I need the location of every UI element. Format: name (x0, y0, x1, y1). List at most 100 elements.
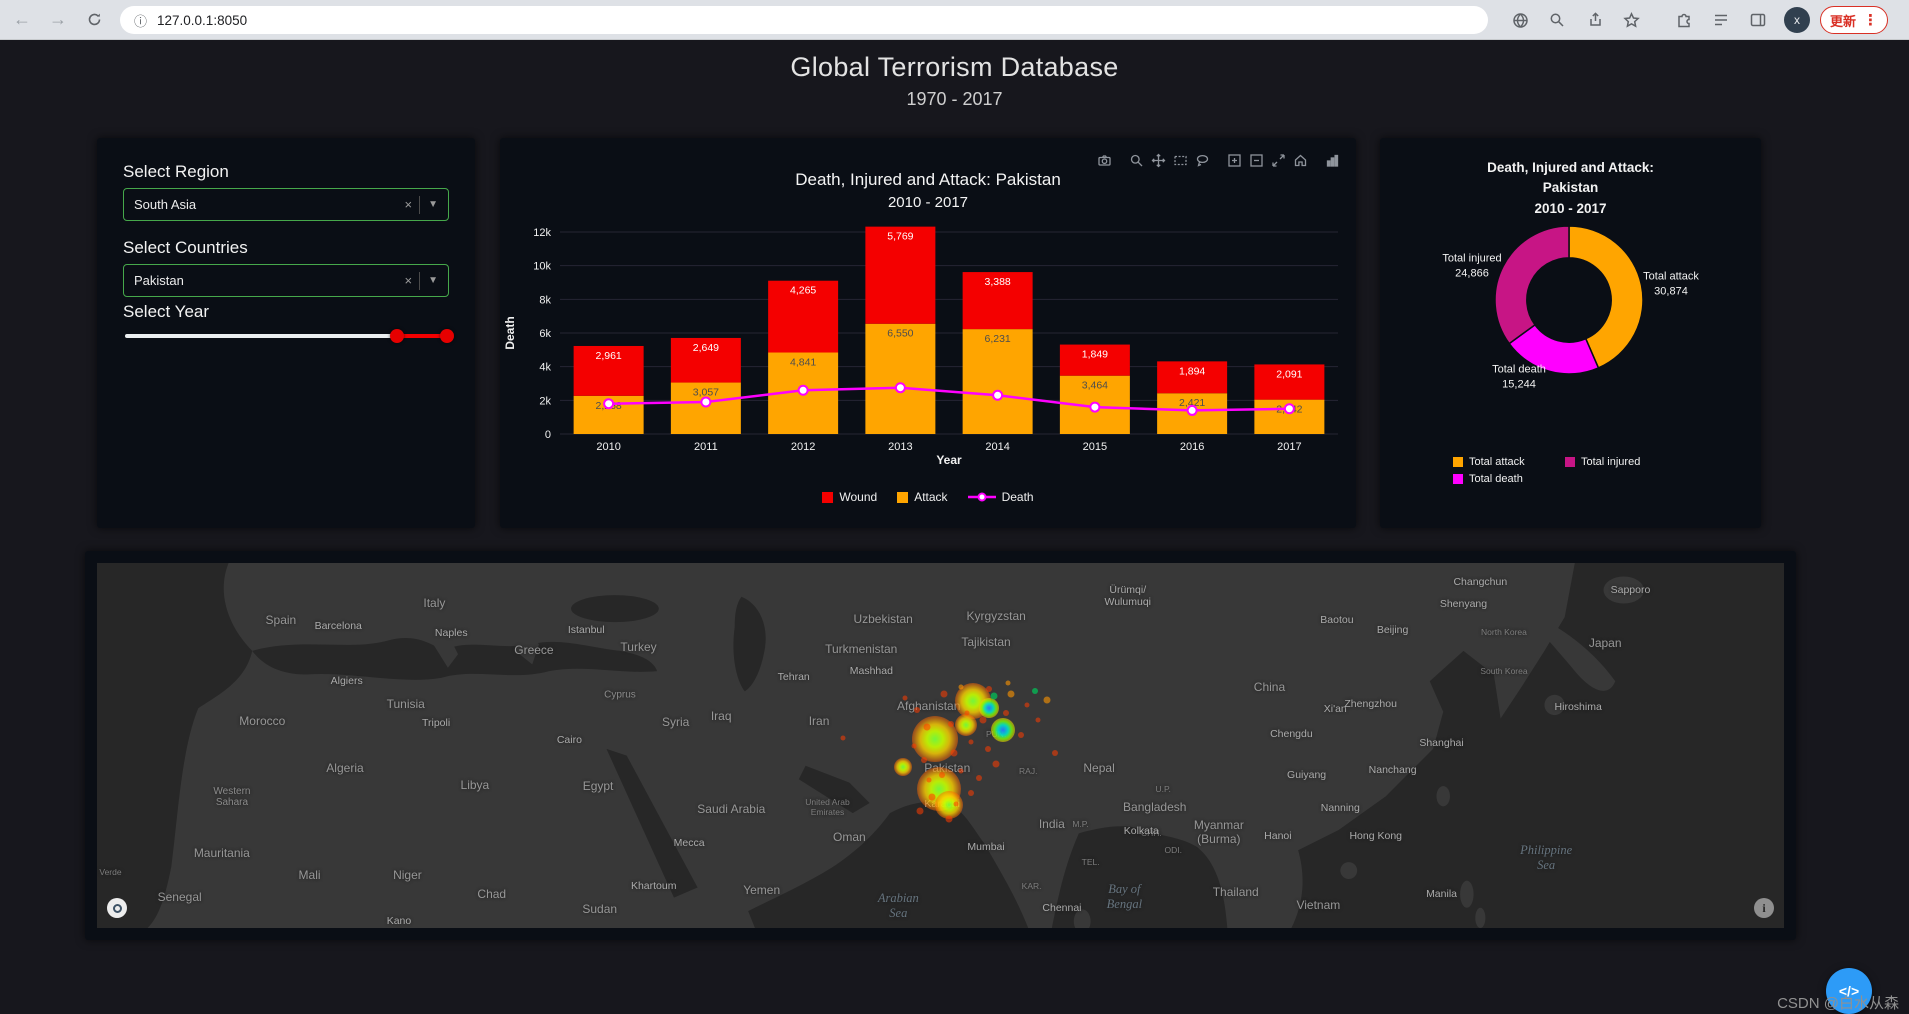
y-tick-label: 0 (545, 429, 551, 441)
y-tick-label: 2k (539, 395, 551, 407)
donut-legend: Total attack Total injured Total death (1380, 456, 1761, 485)
reload-icon[interactable] (80, 6, 108, 34)
url-text[interactable]: 127.0.0.1:8050 (157, 13, 247, 28)
slider-handle-high[interactable] (440, 329, 454, 343)
y-tick-label: 4k (539, 362, 551, 374)
zoom-icon[interactable] (1127, 152, 1146, 169)
translate-icon[interactable] (1508, 8, 1532, 32)
browser-toolbar: ← → ⓘ 127.0.0.1:8050 x 更新 ⋮ (0, 0, 1909, 40)
countries-label: Select Countries (123, 238, 248, 257)
update-label: 更新 (1830, 13, 1857, 29)
camera-icon[interactable] (1095, 152, 1114, 169)
death-line-marker[interactable] (1089, 401, 1101, 413)
death-line-marker[interactable] (894, 382, 906, 394)
wound-value-label: 4,265 (790, 285, 816, 297)
map[interactable]: Spain Barcelona Italy Naples Greece Istanbul T… (97, 563, 1784, 928)
y-tick-label: 8k (539, 294, 551, 306)
address-bar[interactable]: ⓘ 127.0.0.1:8050 (120, 6, 1488, 34)
map-attribution-info-icon[interactable]: i (1754, 898, 1774, 918)
slider-handle-low[interactable] (390, 329, 405, 343)
bar-segment-attack[interactable] (865, 323, 936, 434)
share-icon[interactable] (1582, 8, 1606, 32)
menu-kebab-icon[interactable]: ⋮ (1863, 11, 1878, 29)
controls-panel: Select Region South Asia × ▼ Select Coun… (97, 138, 475, 528)
x-tick-label: 2014 (985, 441, 1009, 453)
side-panel-icon[interactable] (1746, 8, 1770, 32)
wound-value-label: 5,769 (887, 231, 913, 243)
zoom-out-icon[interactable] (1247, 152, 1266, 169)
wound-value-label: 3,388 (984, 276, 1010, 288)
reading-list-icon[interactable] (1709, 8, 1733, 32)
zoom-in-icon[interactable] (1225, 152, 1244, 169)
death-line-marker[interactable] (797, 384, 809, 396)
donut-slice-total-injured[interactable] (1494, 225, 1570, 345)
chevron-down-icon[interactable]: ▼ (420, 275, 438, 286)
wound-value-label: 1,894 (1179, 365, 1205, 377)
region-dropdown[interactable]: South Asia × ▼ (123, 188, 449, 221)
attack-value-label: 3,464 (1082, 380, 1108, 392)
wound-value-label: 2,649 (693, 342, 719, 354)
bar-chart-panel: Death, Injured and Attack: Pakistan 2010… (500, 138, 1356, 528)
x-tick-label: 2015 (1083, 441, 1107, 453)
x-tick-label: 2017 (1277, 441, 1301, 453)
plotly-modebar (1095, 152, 1342, 169)
extensions-puzzle-icon[interactable] (1672, 8, 1696, 32)
dashboard-page: Global Terrorism Database 1970 - 2017 Se… (0, 40, 1909, 1014)
clear-icon[interactable]: × (398, 273, 420, 288)
bar-chart-legend: Wound Attack Death (500, 490, 1356, 504)
bar-chart-subtitle: 2010 - 2017 (887, 194, 969, 211)
map-panel: Spain Barcelona Italy Naples Greece Istanbul T… (85, 551, 1796, 940)
lasso-icon[interactable] (1193, 152, 1212, 169)
site-info-icon[interactable]: ⓘ (134, 11, 147, 30)
x-tick-label: 2012 (791, 441, 815, 453)
donut-chart-panel: Death, Injured and Attack: Pakistan 2010… (1380, 138, 1761, 528)
bar-chart-title: Death, Injured and Attack: Pakistan (795, 170, 1061, 189)
reset-axes-icon[interactable] (1291, 152, 1310, 169)
death-line-marker[interactable] (700, 396, 712, 408)
forward-icon[interactable]: → (44, 6, 72, 34)
legend-item-attack[interactable]: Attack (897, 490, 948, 504)
clear-icon[interactable]: × (398, 197, 420, 212)
y-tick-label: 10k (533, 261, 551, 273)
y-tick-label: 12k (533, 227, 551, 239)
box-select-icon[interactable] (1171, 152, 1190, 169)
death-line-marker[interactable] (603, 398, 615, 410)
chrome-update-button[interactable]: 更新 ⋮ (1820, 6, 1889, 34)
region-value: South Asia (134, 197, 197, 212)
legend-item-wound[interactable]: Wound (822, 490, 877, 504)
search-icon[interactable] (1545, 8, 1569, 32)
wound-value-label: 2,961 (595, 350, 621, 362)
profile-avatar[interactable]: x (1784, 7, 1810, 33)
donut-legend-item-total-attack[interactable]: Total attack (1453, 456, 1565, 468)
bookmark-star-icon[interactable] (1619, 8, 1643, 32)
autoscale-icon[interactable] (1269, 152, 1288, 169)
page-subtitle: 1970 - 2017 (906, 89, 1003, 109)
countries-dropdown[interactable]: Pakistan × ▼ (123, 264, 449, 297)
wound-value-label: 2,091 (1276, 368, 1302, 380)
donut-legend-item-total-injured[interactable]: Total injured (1565, 456, 1677, 468)
x-tick-label: 2013 (888, 441, 912, 453)
chevron-down-icon[interactable]: ▼ (420, 199, 438, 210)
chart-logo-icon[interactable] (1323, 152, 1342, 169)
back-icon[interactable]: ← (8, 6, 36, 34)
map-landmass (97, 563, 1784, 928)
x-axis-title: Year (936, 453, 962, 467)
page-title: Global Terrorism Database (790, 52, 1119, 82)
donut-label-total-death: Total death 15,244 (1492, 363, 1546, 391)
pan-icon[interactable] (1149, 152, 1168, 169)
x-tick-label: 2010 (596, 441, 620, 453)
death-line-marker[interactable] (992, 389, 1004, 401)
year-range-slider[interactable] (125, 328, 454, 344)
countries-value: Pakistan (134, 273, 184, 288)
mapbox-logo[interactable] (107, 898, 127, 918)
attack-value-label: 6,550 (887, 328, 913, 340)
region-label: Select Region (123, 162, 229, 181)
legend-item-death[interactable]: Death (967, 490, 1034, 504)
x-tick-label: 2016 (1180, 441, 1204, 453)
death-line-marker[interactable] (1283, 403, 1295, 415)
year-label: Select Year (123, 302, 210, 321)
donut-legend-item-total-death[interactable]: Total death (1453, 473, 1565, 485)
bar-chart-plot[interactable]: 02k4k6k8k10k12k2,9612,26820102,6493,0572… (500, 222, 1356, 468)
death-line-marker[interactable] (1186, 404, 1198, 416)
attack-value-label: 6,231 (984, 333, 1010, 345)
